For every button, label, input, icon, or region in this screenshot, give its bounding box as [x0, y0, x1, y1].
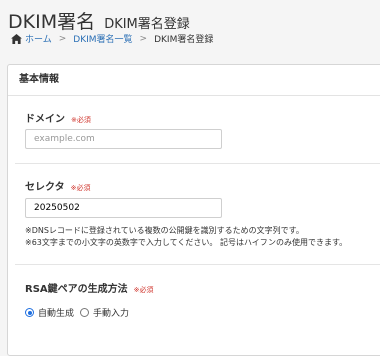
page-header: DKIM署名 DKIM署名登録 [8, 7, 190, 34]
rsa-label: RSA鍵ペアの生成方法 ※必須 [25, 280, 154, 295]
selector-input[interactable] [25, 198, 222, 218]
selector-required-badge: ※必須 [70, 184, 91, 192]
breadcrumb-current: DKIM署名登録 [154, 35, 214, 45]
page-title: DKIM署名 [8, 11, 96, 33]
selector-label: セレクタ ※必須 [25, 178, 90, 193]
page-subtitle: DKIM署名登録 [104, 17, 190, 32]
domain-required-badge: ※必須 [71, 116, 91, 124]
selector-label-text: セレクタ [25, 182, 65, 193]
radio-auto-generate-label[interactable]: 自動生成 [38, 306, 74, 319]
rsa-label-text: RSA鍵ペアの生成方法 [25, 284, 128, 295]
selector-note-2: ※63文字までの小文字の英数字で入力してください。 記号はハイフンのみ使用できま… [25, 238, 348, 247]
rsa-required-badge: ※必須 [133, 286, 154, 294]
radio-manual-input[interactable] [80, 308, 90, 317]
breadcrumb-home-link[interactable]: ホーム [25, 32, 52, 45]
rsa-method-radio-group: 自動生成 手動入力 [25, 306, 135, 319]
breadcrumb-separator: > [58, 33, 67, 44]
basic-info-panel: 基本情報 ドメイン ※必須 セレクタ ※必須 ※DNSレコードに登録されている複数の… [7, 64, 380, 356]
divider [15, 264, 380, 265]
domain-label: ドメイン ※必須 [25, 110, 91, 125]
breadcrumb-separator: > [139, 33, 148, 44]
radio-auto-generate[interactable] [25, 308, 34, 317]
domain-label-text: ドメイン [25, 114, 65, 125]
breadcrumb-list-link[interactable]: DKIM署名一覧 [73, 32, 132, 45]
panel-heading: 基本情報 [8, 65, 380, 96]
radio-manual-input-label[interactable]: 手動入力 [93, 306, 129, 319]
divider [15, 163, 380, 164]
breadcrumb: ホーム > DKIM署名一覧 > DKIM署名登録 [11, 32, 213, 45]
domain-input[interactable] [25, 129, 222, 149]
selector-note-1: ※DNSレコードに登録されている複数の公開鍵を識別するための文字列です。 [25, 226, 304, 235]
home-icon [11, 33, 22, 44]
